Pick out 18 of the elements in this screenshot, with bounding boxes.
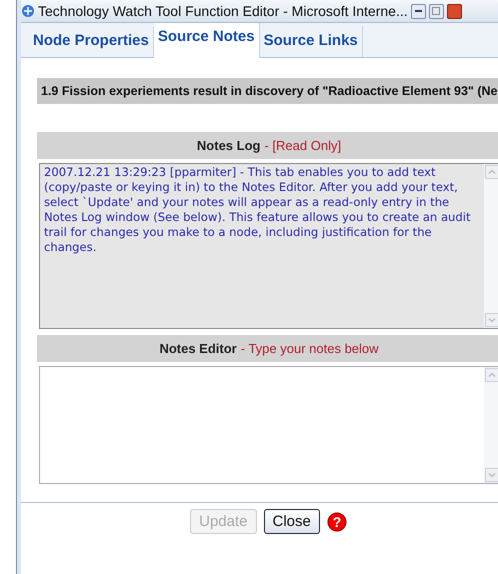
help-icon[interactable]: ?	[326, 512, 347, 532]
section-title: Notes Editor	[159, 341, 237, 356]
close-button[interactable]: Close	[264, 509, 320, 534]
window-title: Technology Watch Tool Function Editor - Microsoft Interne...	[38, 3, 408, 19]
scroll-down-icon[interactable]	[485, 313, 498, 327]
node-heading: 1.9 Fission experiements result in discovery of "Radioactive Element 93" (Ne	[37, 78, 498, 104]
notes-editor-field[interactable]	[39, 366, 498, 484]
scroll-down-icon[interactable]	[485, 468, 498, 482]
section-note: - [Read Only]	[264, 138, 342, 153]
minimize-button[interactable]	[410, 4, 426, 18]
close-button[interactable]	[446, 4, 462, 18]
tab[interactable]: Source Links	[260, 26, 363, 57]
notes-log-field[interactable]: 2007.12.21 13:29:23 [pparmiter] - This tab enables you to add text (copy/paste or keying it in) to the Notes Editor. After you add your text, select `Update' and your notes will appear as a read-only entry in the Notes Log window (See below). This feature allows you to create an audit trail for changes you make to a node, including justification for the changes.	[39, 163, 498, 329]
section-note: - Type your notes below	[240, 341, 379, 356]
scroll-up-icon[interactable]	[485, 368, 498, 382]
tab[interactable]: Source Notes	[154, 23, 260, 58]
scroll-up-icon[interactable]	[485, 165, 498, 179]
section-title: Notes Log	[196, 138, 260, 153]
